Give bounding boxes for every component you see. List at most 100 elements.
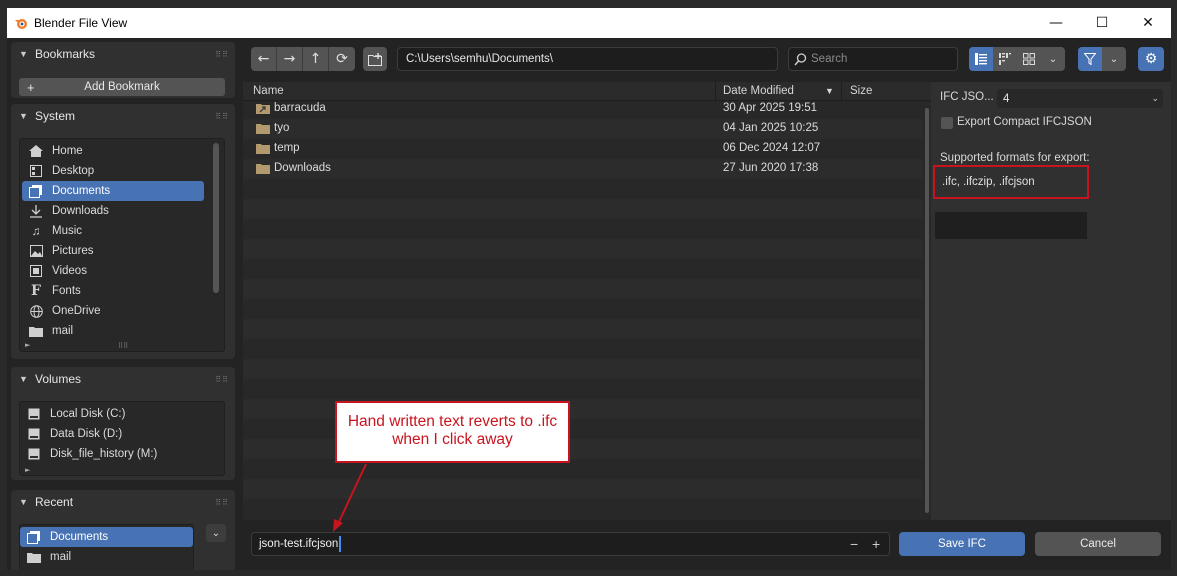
refresh-button[interactable]: ⟳ [329,47,355,71]
decrement-button[interactable]: − [850,536,858,552]
filter-icon [1084,53,1096,65]
volume-label: Local Disk (C:) [50,408,126,420]
settings-button[interactable]: ⚙ [1138,47,1164,71]
file-row[interactable]: temp 06 Dec 2024 12:07 [243,139,923,159]
add-bookmark-button[interactable]: + Add Bookmark [19,78,225,96]
grid-view-icon [1023,53,1035,65]
volume-item-m[interactable]: Disk_file_history (M:) [20,444,224,464]
drag-grip-icon[interactable]: ⠿⠿ [215,375,229,384]
annotation-line-1: Hand written text reverts to .ifc [347,413,558,430]
empty-row [243,359,923,379]
column-name[interactable]: Name [253,85,284,97]
video-icon [28,264,44,278]
save-ifc-button[interactable]: Save IFC [899,532,1025,556]
columns-view-icon [999,53,1011,65]
back-button[interactable]: ← [251,47,277,71]
search-input[interactable]: Search [788,47,958,71]
column-size[interactable]: Size [850,85,872,97]
display-settings-dropdown[interactable]: ⌄ [1041,47,1065,71]
forward-button[interactable]: → [277,47,303,71]
close-button[interactable]: ✕ [1125,8,1171,38]
file-name: temp [274,142,300,154]
file-row[interactable]: barracuda 30 Apr 2025 19:51 [243,99,923,119]
empty-row [243,179,923,199]
sidebar-item-pictures[interactable]: Pictures [22,241,204,261]
expand-arrow-icon[interactable]: ► [25,466,30,474]
filter-toggle-button[interactable] [1078,47,1102,71]
increment-button[interactable]: + [872,536,880,552]
recent-item-documents[interactable]: Documents [20,527,193,547]
supported-formats-value: .ifc, .ifczip, .ifcjson [942,176,1035,188]
volume-item-d[interactable]: Data Disk (D:) [20,424,224,444]
thumbnails-button[interactable] [1017,47,1041,71]
sort-descending-icon[interactable]: ▼ [825,86,834,96]
system-header[interactable]: ▼ System ⠿⠿ [11,104,235,128]
cancel-button[interactable]: Cancel [1035,532,1161,556]
bookmarks-header[interactable]: ▼ Bookmarks ⠿⠿ [11,42,235,66]
desktop-icon [28,164,44,178]
sidebar-item-label: Fonts [52,285,81,297]
drag-grip-icon[interactable]: ⠿⠿ [215,50,229,59]
volumes-header[interactable]: ▼ Volumes ⠿⠿ [11,367,235,391]
file-name: tyo [274,122,290,134]
annotation-line-2: when I click away [392,431,513,448]
sidebar-item-home[interactable]: Home [22,141,204,161]
resize-grip-icon[interactable]: ⠿⠿ [118,342,128,350]
list-view-icon [975,53,987,65]
documents-icon [28,184,44,198]
sidebar-item-label: Pictures [52,245,94,257]
export-compact-checkbox[interactable] [941,117,953,129]
volumes-list: Local Disk (C:) Data Disk (D:) Disk_file… [19,401,225,476]
filename-input[interactable]: json-test.ifcjson − + [251,532,890,556]
sidebar-item-music[interactable]: ♫ Music [22,221,204,241]
plus-icon: + [27,79,35,95]
recent-dropdown-button[interactable]: ⌄ [206,524,226,542]
text-cursor [339,536,342,552]
arrow-left-icon: ← [257,51,270,67]
file-list-scrollbar[interactable] [925,108,929,513]
maximize-button[interactable]: ☐ [1079,8,1125,38]
blender-logo-icon [15,19,27,29]
horizontal-list-button[interactable] [993,47,1017,71]
folder-icon [256,144,270,154]
parent-directory-button[interactable]: ↑ [303,47,329,71]
sidebar-item-onedrive[interactable]: OneDrive [22,301,204,321]
drag-grip-icon[interactable]: ⠿⠿ [215,112,229,121]
system-title: System [35,109,76,123]
add-bookmark-label: Add Bookmark [84,81,160,93]
empty-row [243,379,923,399]
empty-row [243,199,923,219]
sidebar-item-desktop[interactable]: Desktop [22,161,204,181]
drag-grip-icon[interactable]: ⠿⠿ [215,498,229,507]
volume-item-c[interactable]: Local Disk (C:) [20,404,224,424]
system-scrollbar[interactable] [213,143,219,293]
font-icon: F [31,283,41,299]
recent-item-mail[interactable]: mail [20,547,193,567]
expand-arrow-icon[interactable]: ► [25,341,30,349]
search-placeholder: Search [811,53,848,65]
filter-group: ⌄ [1078,47,1126,71]
file-row[interactable]: tyo 04 Jan 2025 10:25 [243,119,923,139]
ifc-json-version-select[interactable]: 4 ⌄ [997,89,1163,108]
file-row[interactable]: Downloads 27 Jun 2020 17:38 [243,159,923,179]
minimize-button[interactable]: — [1033,8,1079,38]
filter-dropdown[interactable]: ⌄ [1102,47,1126,71]
new-directory-button[interactable] [363,47,387,71]
column-date-modified[interactable]: Date Modified [723,85,794,97]
sidebar-item-mail[interactable]: mail [22,321,204,341]
recent-header[interactable]: ▼ Recent ⠿⠿ [11,490,235,514]
sidebar-item-downloads[interactable]: Downloads [22,201,204,221]
system-list: Home Desktop Documents Downloads ♫ Music… [19,138,225,352]
folder-icon [26,550,42,564]
supported-formats-highlight: .ifc, .ifczip, .ifcjson [933,165,1089,199]
sidebar-item-fonts[interactable]: F Fonts [22,281,204,301]
documents-icon [26,530,42,544]
sidebar-item-documents[interactable]: Documents [22,181,204,201]
download-icon [28,204,44,218]
sidebar-item-videos[interactable]: Videos [22,261,204,281]
path-input[interactable]: C:\Users\semhu\Documents\ [397,47,778,71]
vertical-list-button[interactable] [969,47,993,71]
empty-row [243,279,923,299]
navigation-group: ← → ↑ ⟳ [251,47,355,71]
empty-row [243,259,923,279]
